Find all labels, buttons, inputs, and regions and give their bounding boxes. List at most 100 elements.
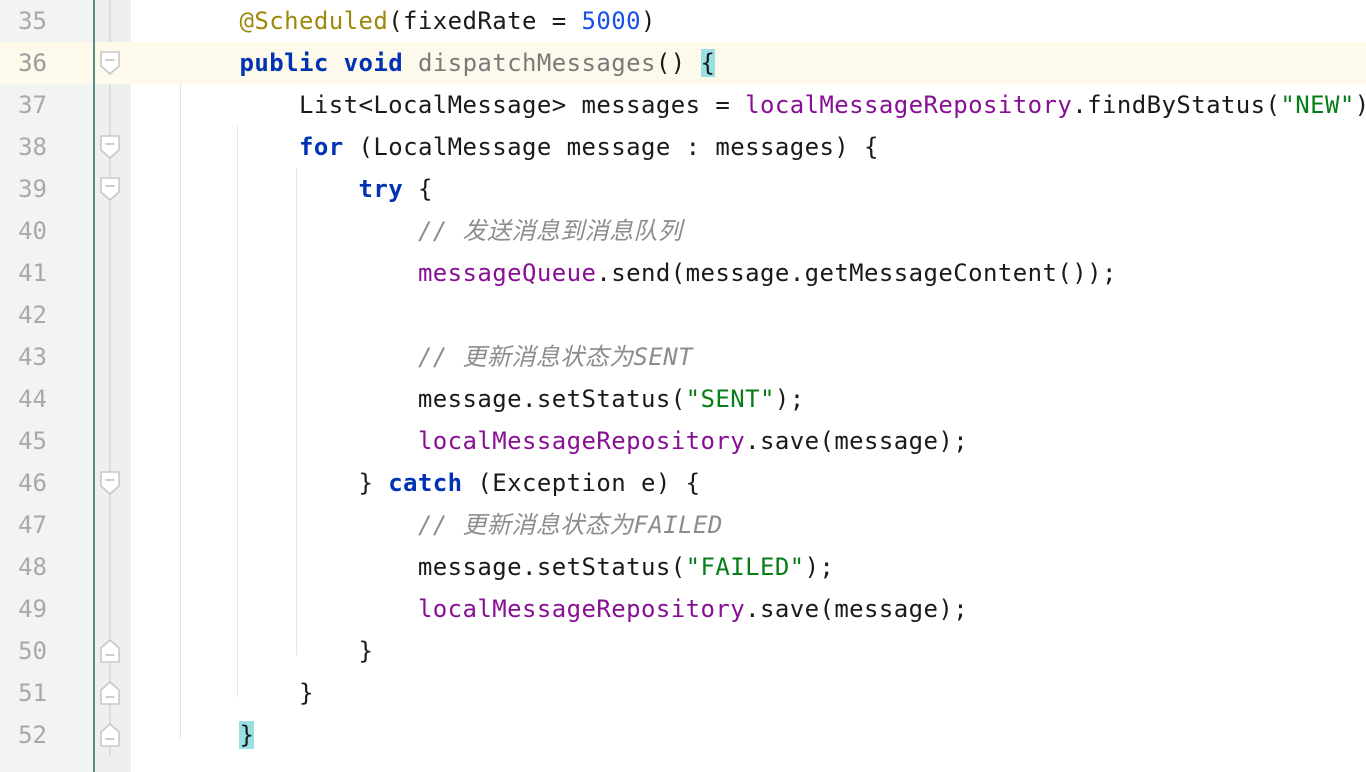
code-token-default	[180, 217, 418, 245]
code-line[interactable]: try {	[131, 168, 1366, 210]
code-line[interactable]: }	[131, 672, 1366, 714]
fold-column-row[interactable]	[95, 42, 131, 84]
fold-collapse-down-icon[interactable]	[99, 50, 121, 76]
code-line[interactable]: List<LocalMessage> messages = localMessa…	[131, 84, 1366, 126]
code-token-default	[180, 133, 299, 161]
code-line-text: // 更新消息状态为FAILED	[180, 504, 723, 546]
code-line[interactable]: public void dispatchMessages() {	[131, 42, 1366, 84]
code-token-default: List<LocalMessage> messages =	[180, 91, 746, 119]
fold-column-row[interactable]	[95, 294, 131, 336]
code-content-area[interactable]: @Scheduled(fixedRate = 5000) public void…	[131, 0, 1366, 772]
code-line[interactable]: message.setStatus("SENT");	[131, 378, 1366, 420]
code-line[interactable]: messageQueue.send(message.getMessageCont…	[131, 252, 1366, 294]
gutter-row[interactable]: 39	[0, 168, 93, 210]
code-line[interactable]: for (LocalMessage message : messages) {	[131, 126, 1366, 168]
code-token-default: .send(message.getMessageContent());	[596, 259, 1117, 287]
fold-column-row[interactable]	[95, 0, 131, 42]
fold-column-row[interactable]	[95, 126, 131, 168]
code-token-comment: // 更新消息状态为SENT	[417, 343, 693, 371]
gutter-row[interactable]: 51	[0, 672, 93, 714]
code-editor[interactable]: 35 36 37 38 39 40 41 42 43 44 45 46 47 48 49 50 51 52 @Sc…	[0, 0, 1366, 772]
gutter-row[interactable]: 46	[0, 462, 93, 504]
fold-column-row[interactable]	[95, 588, 131, 630]
fold-collapse-down-icon[interactable]	[99, 176, 121, 202]
code-token-field: messageQueue	[417, 259, 597, 287]
code-token-default	[180, 511, 418, 539]
line-number: 41	[18, 259, 47, 287]
fold-column-row[interactable]	[95, 336, 131, 378]
code-token-keyword: for	[298, 133, 344, 161]
code-token-default: message.setStatus(	[180, 553, 686, 581]
code-line-text: localMessageRepository.save(message);	[180, 420, 968, 462]
line-number: 47	[18, 511, 47, 539]
fold-column-row[interactable]	[95, 714, 131, 756]
gutter-row[interactable]: 37	[0, 84, 93, 126]
code-line[interactable]: }	[131, 714, 1366, 756]
code-token-brace-match: }	[239, 721, 255, 749]
code-token-default	[180, 7, 239, 35]
gutter-row[interactable]: 42	[0, 294, 93, 336]
code-line[interactable]: message.setStatus("FAILED");	[131, 546, 1366, 588]
fold-column-row[interactable]	[95, 672, 131, 714]
code-token-keyword: public	[239, 49, 329, 77]
fold-collapse-up-icon[interactable]	[99, 722, 121, 748]
editor-gutter[interactable]: 35 36 37 38 39 40 41 42 43 44 45 46 47 48 49 50 51 52	[0, 0, 93, 772]
gutter-row[interactable]: 40	[0, 210, 93, 252]
code-token-keyword: catch	[388, 469, 463, 497]
line-number: 49	[18, 595, 47, 623]
gutter-row[interactable]: 49	[0, 588, 93, 630]
line-number: 52	[18, 721, 47, 749]
code-token-default: ()	[655, 49, 701, 77]
fold-column-row[interactable]	[95, 420, 131, 462]
fold-column-row[interactable]	[95, 168, 131, 210]
code-token-method-decl: dispatchMessages	[417, 49, 656, 77]
gutter-row[interactable]: 47	[0, 504, 93, 546]
fold-column-row[interactable]	[95, 504, 131, 546]
fold-column-row[interactable]	[95, 378, 131, 420]
code-token-comment: // 发送消息到消息队列	[417, 217, 683, 245]
code-line[interactable]: localMessageRepository.save(message);	[131, 588, 1366, 630]
line-number: 35	[18, 7, 47, 35]
gutter-row[interactable]: 44	[0, 378, 93, 420]
code-token-default: }	[180, 637, 374, 665]
gutter-row[interactable]: 38	[0, 126, 93, 168]
code-token-default: )	[641, 7, 656, 35]
code-line[interactable]	[131, 294, 1366, 336]
code-line[interactable]: @Scheduled(fixedRate = 5000)	[131, 0, 1366, 42]
gutter-row[interactable]: 52	[0, 714, 93, 756]
code-token-default: );	[1355, 91, 1366, 119]
fold-collapse-down-icon[interactable]	[99, 470, 121, 496]
code-line[interactable]: // 更新消息状态为FAILED	[131, 504, 1366, 546]
gutter-row[interactable]: 41	[0, 252, 93, 294]
fold-collapse-up-icon[interactable]	[99, 638, 121, 664]
code-line-text: message.setStatus("FAILED");	[180, 546, 834, 588]
code-token-default: .save(message);	[745, 595, 969, 623]
fold-column-row[interactable]	[95, 546, 131, 588]
fold-column-row[interactable]	[95, 462, 131, 504]
code-token-default	[180, 427, 418, 455]
fold-column-row[interactable]	[95, 210, 131, 252]
line-number: 51	[18, 679, 47, 707]
code-folding-column[interactable]	[95, 0, 131, 772]
fold-collapse-down-icon[interactable]	[99, 134, 121, 160]
gutter-row[interactable]: 43	[0, 336, 93, 378]
line-number: 44	[18, 385, 47, 413]
fold-column-row[interactable]	[95, 252, 131, 294]
gutter-row[interactable]: 36	[0, 42, 93, 84]
gutter-row[interactable]: 35	[0, 0, 93, 42]
code-token-field: localMessageRepository	[745, 91, 1073, 119]
code-token-default: }	[180, 679, 314, 707]
code-line[interactable]: // 发送消息到消息队列	[131, 210, 1366, 252]
fold-collapse-up-icon[interactable]	[99, 680, 121, 706]
gutter-row[interactable]: 48	[0, 546, 93, 588]
code-line[interactable]: } catch (Exception e) {	[131, 462, 1366, 504]
code-line[interactable]: localMessageRepository.save(message);	[131, 420, 1366, 462]
code-token-field: localMessageRepository	[417, 595, 746, 623]
code-line[interactable]: // 更新消息状态为SENT	[131, 336, 1366, 378]
fold-column-row[interactable]	[95, 84, 131, 126]
gutter-row[interactable]: 50	[0, 630, 93, 672]
code-line[interactable]: }	[131, 630, 1366, 672]
fold-column-row[interactable]	[95, 630, 131, 672]
gutter-row[interactable]: 45	[0, 420, 93, 462]
code-token-number: 5000	[581, 7, 641, 35]
